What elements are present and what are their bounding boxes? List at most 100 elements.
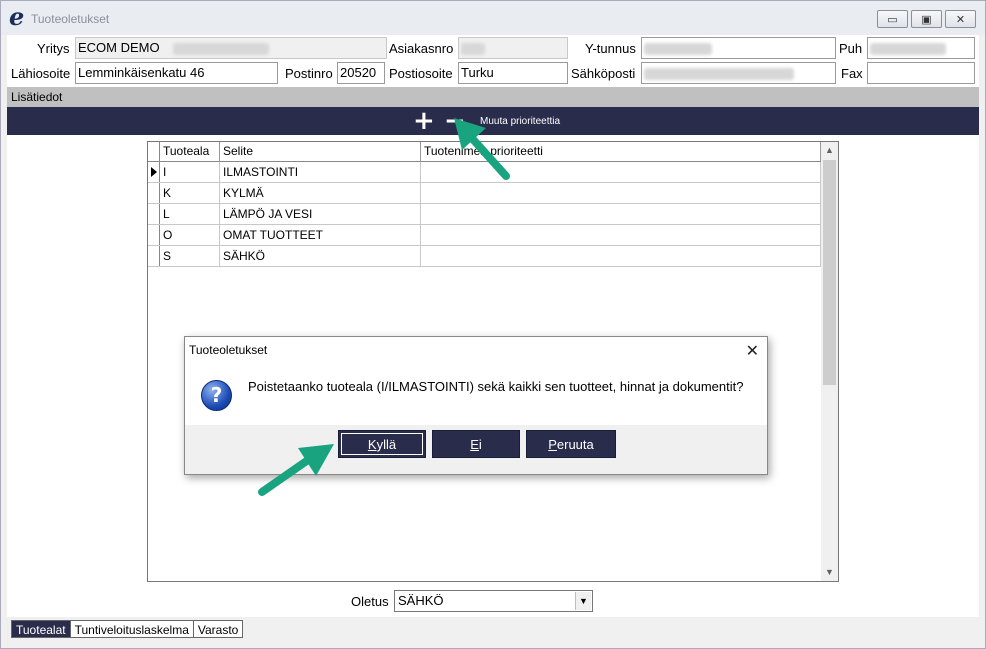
scroll-thumb[interactable] [823, 160, 836, 385]
row-selector[interactable] [148, 225, 160, 245]
extra-info-label: Lisätiedot [11, 90, 63, 104]
postinro-value: 20520 [340, 65, 377, 80]
oletus-label: Oletus [351, 594, 389, 609]
cell-desc[interactable]: KYLMÄ [220, 183, 421, 203]
cell-code[interactable]: I [160, 162, 220, 182]
row-selector-header [148, 142, 160, 161]
yes-mnemonic: K [367, 437, 377, 452]
cell-prio[interactable] [421, 225, 821, 245]
cell-prio[interactable] [421, 162, 821, 182]
cell-code[interactable]: S [160, 246, 220, 266]
cell-code[interactable]: L [160, 204, 220, 224]
sahkoposti-field[interactable] [641, 62, 836, 84]
dialog-message: Poistetaanko tuoteala (I/ILMASTOINTI) se… [248, 379, 744, 394]
cell-code[interactable]: K [160, 183, 220, 203]
question-icon: ? [201, 380, 232, 411]
table-row[interactable]: O OMAT TUOTTEET [148, 225, 822, 246]
postiosoite-label: Postiosoite [389, 66, 453, 81]
row-selector[interactable] [148, 204, 160, 224]
scroll-up-icon[interactable]: ▲ [821, 142, 838, 159]
yritys-label: Yritys [37, 41, 70, 56]
lahiosoite-value: Lemminkäisenkatu 46 [78, 65, 205, 80]
vertical-scrollbar[interactable]: ▲ ▼ [821, 142, 838, 581]
window-title: Tuoteoletukset [31, 12, 110, 26]
postiosoite-field[interactable]: Turku [458, 62, 568, 84]
tab-varasto[interactable]: Varasto [193, 620, 244, 638]
close-button[interactable]: ✕ [945, 10, 976, 28]
minimize-button[interactable]: ▭ [877, 10, 908, 28]
dialog-title: Tuoteoletukset [189, 343, 268, 357]
tab-tuotealat[interactable]: Tuotealat [11, 620, 71, 638]
table-row[interactable]: L LÄMPÖ JA VESI [148, 204, 822, 225]
table-row[interactable]: S SÄHKÖ [148, 246, 822, 267]
cell-prio[interactable] [421, 183, 821, 203]
e-logo-icon: e [9, 2, 25, 31]
yritys-field[interactable]: ECOM DEMO [75, 37, 387, 59]
cell-prio[interactable] [421, 204, 821, 224]
tab-tuntiveloituslaskelma[interactable]: Tuntiveloituslaskelma [70, 620, 194, 638]
remove-icon[interactable]: − [444, 108, 466, 134]
table-row[interactable]: K KYLMÄ [148, 183, 822, 204]
title-bar: e Tuoteoletukset ▭ ▣ ✕ [1, 1, 985, 35]
no-mnemonic: E [470, 437, 479, 452]
yes-label-rest: yllä [376, 437, 397, 452]
no-label-rest: i [478, 437, 482, 452]
cell-desc[interactable]: OMAT TUOTTEET [220, 225, 421, 245]
close-icon: ✕ [955, 13, 966, 26]
redacted-text [870, 42, 946, 55]
lahiosoite-field[interactable]: Lemminkäisenkatu 46 [75, 62, 278, 84]
maximize-button[interactable]: ▣ [911, 10, 942, 28]
extra-info-bar[interactable]: Lisätiedot [7, 87, 979, 107]
no-button[interactable]: Ei [432, 430, 520, 458]
add-icon[interactable]: + [413, 108, 435, 134]
change-priority-button[interactable]: Muuta prioriteettia [480, 116, 560, 127]
minimize-icon: ▭ [887, 13, 898, 26]
cancel-mnemonic: P [548, 437, 557, 452]
confirm-dialog: Tuoteoletukset ✕ ? Poistetaanko tuoteala… [184, 336, 768, 475]
dialog-body: ? Poistetaanko tuoteala (I/ILMASTOINTI) … [185, 363, 767, 425]
yes-button[interactable]: Kyllä [338, 430, 426, 458]
row-selector[interactable] [148, 183, 160, 203]
redacted-text [644, 42, 712, 55]
redacted-text [644, 67, 794, 80]
fax-field[interactable] [867, 62, 975, 84]
fax-label: Fax [841, 66, 863, 81]
cell-desc[interactable]: ILMASTOINTI [220, 162, 421, 182]
grid-header: Tuoteala Selite Tuotenimen prioriteetti [148, 142, 822, 162]
cell-desc[interactable]: LÄMPÖ JA VESI [220, 204, 421, 224]
asiakasnro-field[interactable] [458, 37, 568, 59]
customer-form: Yritys ECOM DEMO Asiakasnro Y-tunnus Puh… [7, 35, 979, 87]
redacted-text [173, 42, 270, 55]
table-row[interactable]: I ILMASTOINTI [148, 162, 822, 183]
dialog-title-bar: Tuoteoletukset ✕ [185, 337, 767, 363]
chevron-down-icon[interactable]: ▼ [575, 592, 591, 610]
lahiosoite-label: Lähiosoite [11, 66, 71, 81]
maximize-icon: ▣ [921, 13, 932, 26]
column-header-tuoteala[interactable]: Tuoteala [160, 142, 220, 161]
bottom-tabs: Tuotealat Tuntiveloituslaskelma Varasto [11, 620, 244, 638]
row-selector[interactable] [148, 246, 160, 266]
yritys-value: ECOM DEMO [78, 40, 160, 55]
scroll-down-icon[interactable]: ▼ [821, 564, 838, 581]
current-row-icon [151, 167, 157, 177]
cancel-button[interactable]: Peruuta [526, 430, 616, 458]
postinro-label: Postinro [285, 66, 333, 81]
dialog-close-icon[interactable]: ✕ [746, 341, 759, 361]
cancel-label-rest: eruuta [556, 437, 594, 452]
puh-label: Puh [839, 41, 863, 56]
cell-prio[interactable] [421, 246, 821, 266]
puh-field[interactable] [867, 37, 975, 59]
toolbar: + − Muuta prioriteettia [7, 107, 979, 135]
row-selector[interactable] [148, 162, 160, 182]
postinro-field[interactable]: 20520 [337, 62, 385, 84]
ytunnus-label: Y-tunnus [585, 41, 636, 56]
oletus-select[interactable]: SÄHKÖ ▼ [394, 590, 593, 612]
postiosoite-value: Turku [461, 65, 494, 80]
column-header-selite[interactable]: Selite [220, 142, 421, 161]
ytunnus-field[interactable] [641, 37, 836, 59]
cell-code[interactable]: O [160, 225, 220, 245]
cell-desc[interactable]: SÄHKÖ [220, 246, 421, 266]
column-header-prioriteetti[interactable]: Tuotenimen prioriteetti [421, 142, 821, 161]
oletus-value: SÄHKÖ [398, 593, 444, 608]
asiakasnro-label: Asiakasnro [389, 41, 454, 56]
